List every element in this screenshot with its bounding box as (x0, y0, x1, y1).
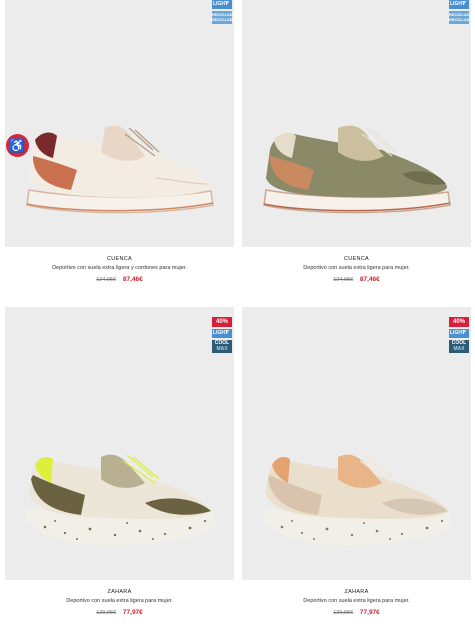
price-row: 124,95€ 87,46€ (5, 276, 234, 283)
product-image[interactable]: 40% LIGHT ✓ COOL MAX (242, 307, 471, 580)
product-description: Deportivo con suela extra ligera y cordo… (52, 265, 187, 271)
sneaker-image (25, 454, 215, 546)
original-price: 124,95€ (333, 277, 354, 283)
price-row: 124,95€ 87,46€ (242, 276, 471, 283)
product-image[interactable]: LIGHT ✓ RECICLADA RECICLADA ♿ (5, 0, 234, 247)
product-image[interactable]: LIGHT ✓ RECICLADA RECICLADA (242, 0, 471, 247)
product-name[interactable]: CUENCA (5, 256, 234, 262)
product-image[interactable]: 40% LIGHT ✓ COOL MAX (5, 307, 234, 580)
sale-price: 77,97€ (359, 609, 380, 616)
price-row: 129,95€ 77,97€ (242, 609, 471, 616)
original-price: 124,95€ (96, 277, 117, 283)
product-description: Deportivo con suela extra ligera para mu… (303, 265, 410, 271)
sale-price: 87,46€ (359, 276, 380, 283)
sale-price: 87,46€ (122, 276, 143, 283)
product-name[interactable]: ZAHARA (242, 589, 471, 595)
product-name[interactable]: CUENCA (242, 256, 471, 262)
sale-price: 77,97€ (122, 609, 143, 616)
sneaker-image (262, 454, 452, 546)
original-price: 129,95€ (96, 610, 117, 616)
original-price: 129,95€ (333, 610, 354, 616)
price-row: 129,95€ 77,97€ (5, 609, 234, 616)
product-description: Deportivo con suela extra ligera para mu… (66, 598, 173, 604)
product-name[interactable]: ZAHARA (5, 589, 234, 595)
sneaker-image (263, 125, 451, 214)
product-description: Deportivo con suela extra ligera para mu… (303, 598, 410, 604)
sneaker-image (26, 125, 214, 214)
